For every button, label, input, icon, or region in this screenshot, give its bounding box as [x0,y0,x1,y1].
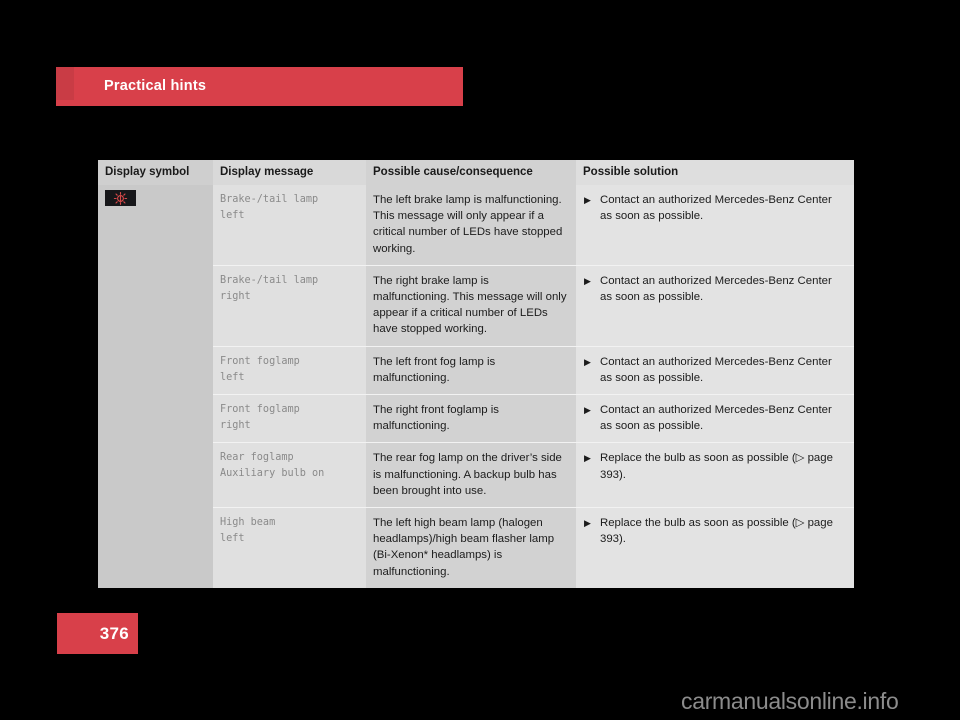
manual-page: Practical hints Display symbol Display m… [0,0,960,720]
site-watermark: carmanualsonline.info [681,688,899,714]
cell-display-message: Brake-/tail lamp left [213,185,366,265]
cell-possible-cause: The right brake lamp is malfunctioning. … [366,264,576,346]
display-message-text: Brake-/tail lamp left [220,194,319,221]
triangle-bullet-icon: ▶ [584,518,591,529]
display-message-text: Front foglamp right [220,404,300,432]
column-header-display-symbol: Display symbol [98,160,213,185]
cell-possible-solution: ▶ Contact an authorized Mercedes-Benz Ce… [576,185,854,265]
cell-possible-solution: ▶ Contact an authorized Mercedes-Benz Ce… [576,264,854,346]
possible-cause-text: The left high beam lamp (halogen headlam… [373,517,555,578]
page-number: 376 [99,624,129,643]
possible-solution-text: Contact an authorized Mercedes-Benz Cent… [600,194,832,223]
display-messages-table: Display symbol Display message Possible … [98,160,854,588]
triangle-bullet-icon: ▶ [584,195,591,205]
possible-cause-text: The left front fog lamp is malfunctionin… [373,355,496,384]
cell-display-message: Brake-/tail lamp right [213,264,366,346]
possible-cause-text: The right brake lamp is malfunctioning. … [373,274,567,336]
cell-display-symbol [98,264,213,346]
column-header-possible-solution: Possible solution [576,160,854,185]
cell-display-symbol [98,442,213,508]
cell-possible-cause: The rear fog lamp on the driver’s side i… [366,442,576,508]
display-message-text: Front foglamp left [220,355,300,383]
triangle-bullet-icon: ▶ [584,405,591,416]
possible-solution-text: Contact an authorized Mercedes-Benz Cent… [600,404,832,433]
display-message-text: Brake-/tail lamp right [220,274,319,302]
cell-possible-solution: ▶ Contact an authorized Mercedes-Benz Ce… [576,345,854,395]
cell-display-message: Rear foglamp Auxiliary bulb on [213,442,366,508]
column-header-possible-cause: Possible cause/consequence [366,160,576,185]
cell-possible-cause: The left front fog lamp is malfunctionin… [366,345,576,395]
table-row: Front foglamp left The left front fog la… [98,345,854,395]
cell-possible-cause: The left brake lamp is malfunctioning. T… [366,185,576,265]
cell-display-symbol [98,507,213,588]
table-header-row: Display symbol Display message Possible … [98,160,854,185]
cell-display-symbol [98,394,213,443]
table-row: Front foglamp right The right front fogl… [98,394,854,443]
table-row: High beam left The left high beam lamp (… [98,507,854,588]
cell-possible-solution: ▶ Replace the bulb as soon as possible (… [576,507,854,588]
triangle-bullet-icon: ▶ [584,453,591,464]
cell-possible-solution: ▶ Contact an authorized Mercedes-Benz Ce… [576,394,854,443]
possible-solution-text: Contact an authorized Mercedes-Benz Cent… [600,355,832,384]
column-header-display-message: Display message [213,160,366,185]
cell-possible-cause: The right front foglamp is malfunctionin… [366,394,576,443]
section-title: Practical hints [104,78,207,94]
section-banner-notch [56,67,74,100]
table-row: Brake-/tail lamp left The left brake lam… [98,185,854,265]
possible-cause-text: The right front foglamp is malfunctionin… [373,404,499,433]
cell-possible-cause: The left high beam lamp (halogen headlam… [366,507,576,588]
display-message-text: Rear foglamp Auxiliary bulb on [220,452,325,480]
cell-display-message: Front foglamp right [213,394,366,443]
cell-display-message: High beam left [213,507,366,588]
cell-display-symbol [98,345,213,395]
possible-cause-text: The rear fog lamp on the driver’s side i… [373,452,562,497]
display-message-text: High beam left [220,517,276,545]
possible-solution-text: Replace the bulb as soon as possible (▷ … [600,452,833,481]
possible-cause-text: The left brake lamp is malfunctioning. T… [373,194,563,255]
possible-solution-text: Contact an authorized Mercedes-Benz Cent… [600,274,832,304]
lamp-malfunction-icon [105,190,136,206]
possible-solution-text: Replace the bulb as soon as possible (▷ … [600,517,833,546]
page-number-badge: 376 [57,613,138,654]
triangle-bullet-icon: ▶ [584,275,591,286]
table-row: Brake-/tail lamp right The right brake l… [98,264,854,346]
cell-display-message: Front foglamp left [213,345,366,395]
table-row: Rear foglamp Auxiliary bulb on The rear … [98,442,854,508]
cell-display-symbol [98,185,213,265]
cell-possible-solution: ▶ Replace the bulb as soon as possible (… [576,442,854,508]
triangle-bullet-icon: ▶ [584,356,591,367]
section-banner: Practical hints [56,67,463,106]
